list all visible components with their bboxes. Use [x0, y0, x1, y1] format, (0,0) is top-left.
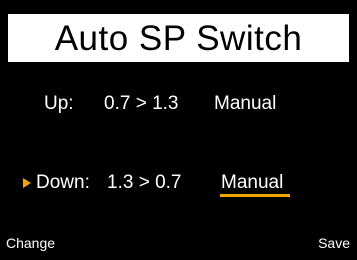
mode-value-up[interactable]: Manual	[214, 91, 276, 117]
setting-row-up[interactable]: Up: 0.7 > 1.3 Manual	[0, 91, 357, 117]
device-screen: Auto SP Switch Up: 0.7 > 1.3 Manual Down…	[0, 0, 357, 260]
setting-row-down[interactable]: Down: 1.3 > 0.7 Manual	[0, 170, 357, 196]
save-softkey[interactable]: Save	[318, 235, 350, 251]
setpoint-range-down: 1.3 > 0.7	[107, 172, 182, 193]
page-title: Auto SP Switch	[54, 19, 303, 58]
mode-value-down[interactable]: Manual	[221, 170, 283, 196]
setpoint-range-up: 0.7 > 1.3	[104, 93, 179, 114]
selection-underline	[220, 194, 290, 197]
setting-label-up: Up:	[44, 93, 74, 114]
title-bar: Auto SP Switch	[8, 14, 349, 62]
change-softkey[interactable]: Change	[6, 235, 55, 251]
setting-label-down: Down:	[36, 172, 90, 193]
selection-cursor-icon	[23, 178, 31, 188]
